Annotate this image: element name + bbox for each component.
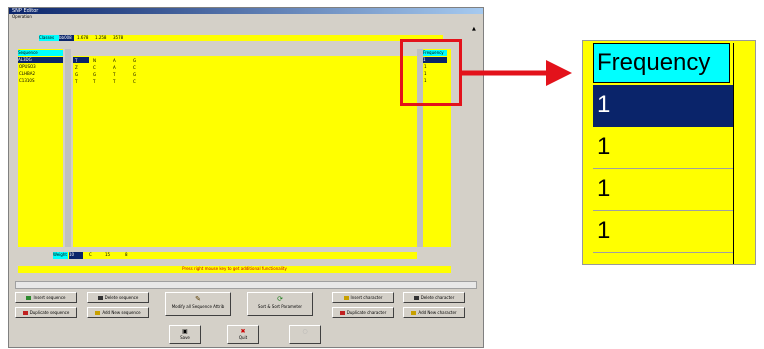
zoom-frequency-value: 1	[597, 175, 611, 202]
grid-cell[interactable]: C	[133, 79, 136, 84]
weight-cell[interactable]: 10	[69, 252, 83, 259]
zoom-frequency-row: 1	[593, 127, 733, 169]
sequence-item[interactable]: CLHBA2	[19, 71, 35, 77]
disabled-button[interactable]: ○	[289, 325, 321, 344]
grid-cell[interactable]: G	[133, 58, 136, 63]
splitter[interactable]	[65, 49, 71, 247]
blank-icon: ○	[302, 328, 308, 335]
menu-operation[interactable]: Operation	[9, 14, 483, 20]
grid-cell[interactable]: Z	[75, 65, 78, 70]
weight-cell[interactable]: C	[89, 252, 92, 258]
sort-button[interactable]: ⟳ Sort & Sort Parameter	[247, 292, 313, 316]
grid-cell[interactable]: T	[75, 58, 77, 63]
zoom-frequency-row: 1	[593, 85, 733, 127]
save-button[interactable]: ▣ Save	[169, 325, 201, 344]
zoom-frequency-value: 1	[597, 133, 611, 160]
sequence-item[interactable]: OPUSO3	[19, 64, 36, 70]
duplicate-icon	[22, 311, 28, 315]
insert-icon	[343, 296, 349, 300]
zoom-frequency-header: Frequency	[593, 43, 730, 83]
add-icon	[95, 311, 101, 315]
add-icon	[411, 311, 417, 315]
hint-text: Press right mouse key to get additional …	[182, 266, 287, 271]
character-grid	[73, 56, 417, 247]
grid-cell[interactable]: C	[93, 65, 96, 70]
quit-button[interactable]: ✖ Quit	[227, 325, 259, 344]
top-track-cell[interactable]: 1.678	[77, 35, 88, 41]
grid-cell[interactable]: T	[93, 79, 95, 84]
pencil-icon: ✎	[195, 295, 201, 303]
grid-cell[interactable]: G	[75, 72, 78, 77]
grid-cell[interactable]: T	[113, 79, 115, 84]
modify-all-button[interactable]: ✎ Modify all Sequence Attrib	[165, 292, 231, 316]
hint-bar: Press right mouse key to get additional …	[18, 266, 451, 273]
weight-cell[interactable]: 15	[105, 252, 110, 258]
grid-cell[interactable]: T	[75, 79, 77, 84]
top-track-cell[interactable]: bb008	[59, 35, 74, 41]
top-track-cell[interactable]: 3578	[113, 35, 123, 41]
delete-sequence-button[interactable]: Delete sequence	[87, 292, 149, 303]
grid-cell[interactable]: A	[113, 58, 116, 63]
grid-cell[interactable]: G	[93, 72, 96, 77]
duplicate-icon	[339, 311, 345, 315]
sequence-item[interactable]: AL3DG	[18, 57, 63, 63]
zoom-column-divider	[733, 43, 734, 264]
sequence-header: Sequence	[18, 50, 63, 56]
callout-arrow-icon	[462, 60, 572, 86]
delete-icon	[97, 296, 103, 300]
top-track-cell[interactable]: 1.258	[95, 35, 106, 41]
zoom-frequency-value: 1	[597, 217, 611, 244]
delete-character-button[interactable]: Delete character	[403, 292, 465, 303]
weight-cell[interactable]: 8	[125, 252, 128, 258]
insert-sequence-button[interactable]: Insert sequence	[15, 292, 77, 303]
add-new-sequence-button[interactable]: Add New sequence	[87, 307, 149, 318]
zoom-frequency-row: 1	[593, 211, 733, 253]
duplicate-sequence-button[interactable]: Duplicate sequence	[15, 307, 77, 318]
grid-cell[interactable]: T	[113, 72, 115, 77]
scroll-up-icon[interactable]: ▲	[472, 26, 477, 36]
sequence-item[interactable]: C1310S	[19, 78, 35, 84]
sort-icon: ⟳	[277, 295, 283, 303]
zoom-frequency-row: 1	[593, 169, 733, 211]
duplicate-character-button[interactable]: Duplicate character	[332, 307, 394, 318]
top-track-label: Classes	[39, 35, 59, 41]
callout-box	[400, 39, 462, 106]
add-new-character-button[interactable]: Add New character	[403, 307, 465, 318]
weight-label: Weight	[53, 252, 68, 259]
zoom-panel: Frequency 1 1 1 1	[582, 40, 756, 265]
grid-cell[interactable]: C	[133, 65, 136, 70]
zoom-frequency-value: 1	[597, 91, 611, 118]
insert-character-button[interactable]: Insert character	[332, 292, 394, 303]
insert-icon	[26, 296, 32, 300]
delete-icon	[413, 296, 419, 300]
horizontal-scrollbar[interactable]	[15, 281, 477, 289]
grid-cell[interactable]: N	[93, 58, 96, 63]
grid-cell[interactable]: G	[133, 72, 136, 77]
grid-cell[interactable]: A	[113, 65, 116, 70]
